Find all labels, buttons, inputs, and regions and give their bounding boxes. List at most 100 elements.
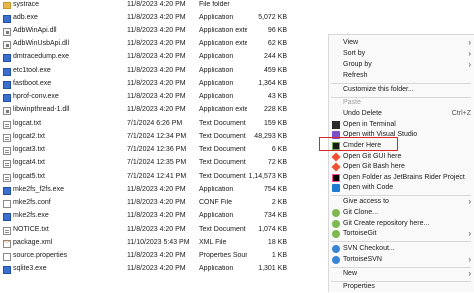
- file-type: Application: [199, 53, 234, 60]
- file-date: 11/8/2023 4:20 PM: [127, 1, 186, 8]
- file-size: 734 KB: [264, 212, 287, 219]
- menu-item-tortoisegit[interactable]: TortoiseGit ›: [329, 229, 474, 240]
- file-date: 11/8/2023 4:20 PM: [127, 226, 186, 233]
- file-type: Text Document: [199, 226, 246, 233]
- file-name: libwinpthread-1.dll: [13, 106, 70, 113]
- file-row[interactable]: package.xml 11/10/2023 5:43 PM XML File 18 …: [0, 238, 290, 250]
- dll-icon: [3, 41, 11, 49]
- chevron-right-icon: ›: [468, 229, 471, 238]
- menu-item-open-code[interactable]: Open with Code: [329, 183, 474, 194]
- file-row[interactable]: AdbWinApi.dll 11/8/2023 4:20 PM Applicatio…: [0, 26, 290, 38]
- file-name: systrace: [13, 1, 40, 8]
- file-type: Application: [199, 14, 234, 21]
- menu-label: Group by: [343, 61, 372, 68]
- chevron-right-icon: ›: [468, 38, 471, 47]
- file-type: Application exten...: [199, 106, 247, 113]
- menu-label: SVN Checkout...: [343, 245, 395, 252]
- file-type: Application: [199, 93, 234, 100]
- file-type: Application: [199, 80, 234, 87]
- application-icon: [3, 213, 11, 221]
- file-date: 11/8/2023 4:20 PM: [127, 67, 186, 74]
- menu-item-properties[interactable]: Properties: [329, 282, 474, 293]
- file-row[interactable]: logcat.txt 7/1/2024 6:26 PM Text Document 1…: [0, 119, 290, 131]
- file-size: 6 KB: [271, 146, 287, 153]
- file-row[interactable]: logcat2.txt 7/1/2024 12:34 PM Text Documen…: [0, 132, 290, 144]
- menu-item-undo-delete[interactable]: Undo Delete Ctrl+Z: [329, 109, 474, 120]
- file-name: adb.exe: [13, 14, 38, 21]
- menu-label: TortoiseGit: [343, 230, 377, 237]
- menu-item-view[interactable]: View ›: [329, 38, 474, 49]
- file-row[interactable]: hprof-conv.exe 11/8/2023 4:20 PM Applicati…: [0, 92, 290, 104]
- file-date: 11/8/2023 4:20 PM: [127, 186, 186, 193]
- file-date: 11/8/2023 4:20 PM: [127, 265, 186, 272]
- file-row[interactable]: source.properties 11/8/2023 4:20 PM Proper…: [0, 251, 290, 263]
- menu-item-give-access[interactable]: Give access to ›: [329, 197, 474, 208]
- file-row[interactable]: mke2fs.conf 11/8/2023 4:20 PM CONF File 2 K…: [0, 198, 290, 210]
- file-type: Application exten...: [199, 40, 247, 47]
- tortoisesvn-icon: [332, 256, 340, 264]
- chevron-right-icon: ›: [468, 255, 471, 264]
- menu-item-new[interactable]: New ›: [329, 269, 474, 280]
- file-row[interactable]: mke2fs_f2fs.exe 11/8/2023 4:20 PM Applicat…: [0, 185, 290, 197]
- menu-item-svn-checkout[interactable]: SVN Checkout...: [329, 244, 474, 255]
- file-date: 11/8/2023 4:20 PM: [127, 252, 186, 259]
- file-row[interactable]: fastboot.exe 11/8/2023 4:20 PM Application…: [0, 79, 290, 91]
- terminal-icon: [332, 121, 340, 129]
- file-type: Application: [199, 67, 234, 74]
- application-icon: [3, 81, 11, 89]
- menu-item-tortoisesvn[interactable]: TortoiseSVN ›: [329, 255, 474, 266]
- menu-item-paste: Paste: [329, 98, 474, 109]
- application-icon: [3, 15, 11, 23]
- menu-label: Sort by: [343, 50, 366, 57]
- file-type: Text Document: [199, 133, 246, 140]
- file-size: 48,293 KB: [254, 133, 287, 140]
- menu-label: Customize this folder...: [343, 86, 414, 93]
- file-row[interactable]: dmtracedump.exe 11/8/2023 4:20 PM Applicat…: [0, 52, 290, 64]
- menu-label: Open Folder as JetBrains Rider Project: [343, 174, 465, 181]
- file-row[interactable]: systrace 11/8/2023 4:20 PM File folder: [0, 0, 290, 12]
- menu-item-git-clone[interactable]: Git Clone...: [329, 208, 474, 219]
- text-file-icon: [3, 121, 11, 129]
- file-row[interactable]: logcat3.txt 7/1/2024 12:36 PM Text Documen…: [0, 145, 290, 157]
- menu-label: TortoiseSVN: [343, 256, 382, 263]
- file-type: Text Document: [199, 173, 246, 180]
- file-row[interactable]: libwinpthread-1.dll 11/8/2023 4:20 PM Appl…: [0, 105, 290, 117]
- tortoisesvn-icon: [332, 245, 340, 253]
- file-name: fastboot.exe: [13, 80, 52, 87]
- menu-item-refresh[interactable]: Refresh: [329, 71, 474, 82]
- file-row[interactable]: AdbWinUsbApi.dll 11/8/2023 4:20 PM Applica…: [0, 39, 290, 51]
- file-row[interactable]: logcat5.txt 7/1/2024 12:41 PM Text Documen…: [0, 172, 290, 184]
- file-date: 11/8/2023 4:20 PM: [127, 212, 186, 219]
- menu-item-git-bash[interactable]: Open Git Bash here: [329, 162, 474, 173]
- menu-label: Open in Terminal: [343, 121, 396, 128]
- file-row[interactable]: sqlite3.exe 11/8/2023 4:20 PM Application 1…: [0, 264, 290, 276]
- file-name: dmtracedump.exe: [13, 53, 70, 60]
- file-date: 7/1/2024 6:26 PM: [127, 120, 183, 127]
- file-date: 11/8/2023 4:20 PM: [127, 53, 186, 60]
- file-size: 754 KB: [264, 186, 287, 193]
- file-type: XML File: [199, 239, 227, 246]
- file-row[interactable]: adb.exe 11/8/2023 4:20 PM Application 5,072…: [0, 13, 290, 25]
- file-row[interactable]: logcat4.txt 7/1/2024 12:35 PM Text Documen…: [0, 158, 290, 170]
- file-date: 11/8/2023 4:20 PM: [127, 27, 186, 34]
- file-size: 159 KB: [264, 120, 287, 127]
- menu-label: Open Git GUI here: [343, 153, 402, 160]
- file-name: source.properties: [13, 252, 68, 259]
- properties-file-icon: [3, 253, 11, 261]
- chevron-right-icon: ›: [468, 269, 471, 278]
- file-row[interactable]: etc1tool.exe 11/8/2023 4:20 PM Application…: [0, 66, 290, 78]
- file-size: 459 KB: [264, 67, 287, 74]
- context-menu: View › Sort by › Group by › Refresh Customi…: [328, 34, 474, 292]
- menu-item-group-by[interactable]: Group by ›: [329, 60, 474, 71]
- file-name: sqlite3.exe: [13, 265, 47, 272]
- file-name: logcat2.txt: [13, 133, 45, 140]
- file-row[interactable]: mke2fs.exe 11/8/2023 4:20 PM Application 73…: [0, 211, 290, 223]
- menu-item-customize[interactable]: Customize this folder...: [329, 85, 474, 96]
- file-row[interactable]: NOTICE.txt 11/8/2023 4:20 PM Text Document…: [0, 225, 290, 237]
- file-list: systrace 11/8/2023 4:20 PM File folder adb…: [0, 0, 290, 292]
- menu-label: Give access to: [343, 198, 389, 205]
- menu-item-sort-by[interactable]: Sort by ›: [329, 49, 474, 60]
- file-name: AdbWinApi.dll: [13, 27, 57, 34]
- text-file-icon: [3, 227, 11, 235]
- file-name: NOTICE.txt: [13, 226, 49, 233]
